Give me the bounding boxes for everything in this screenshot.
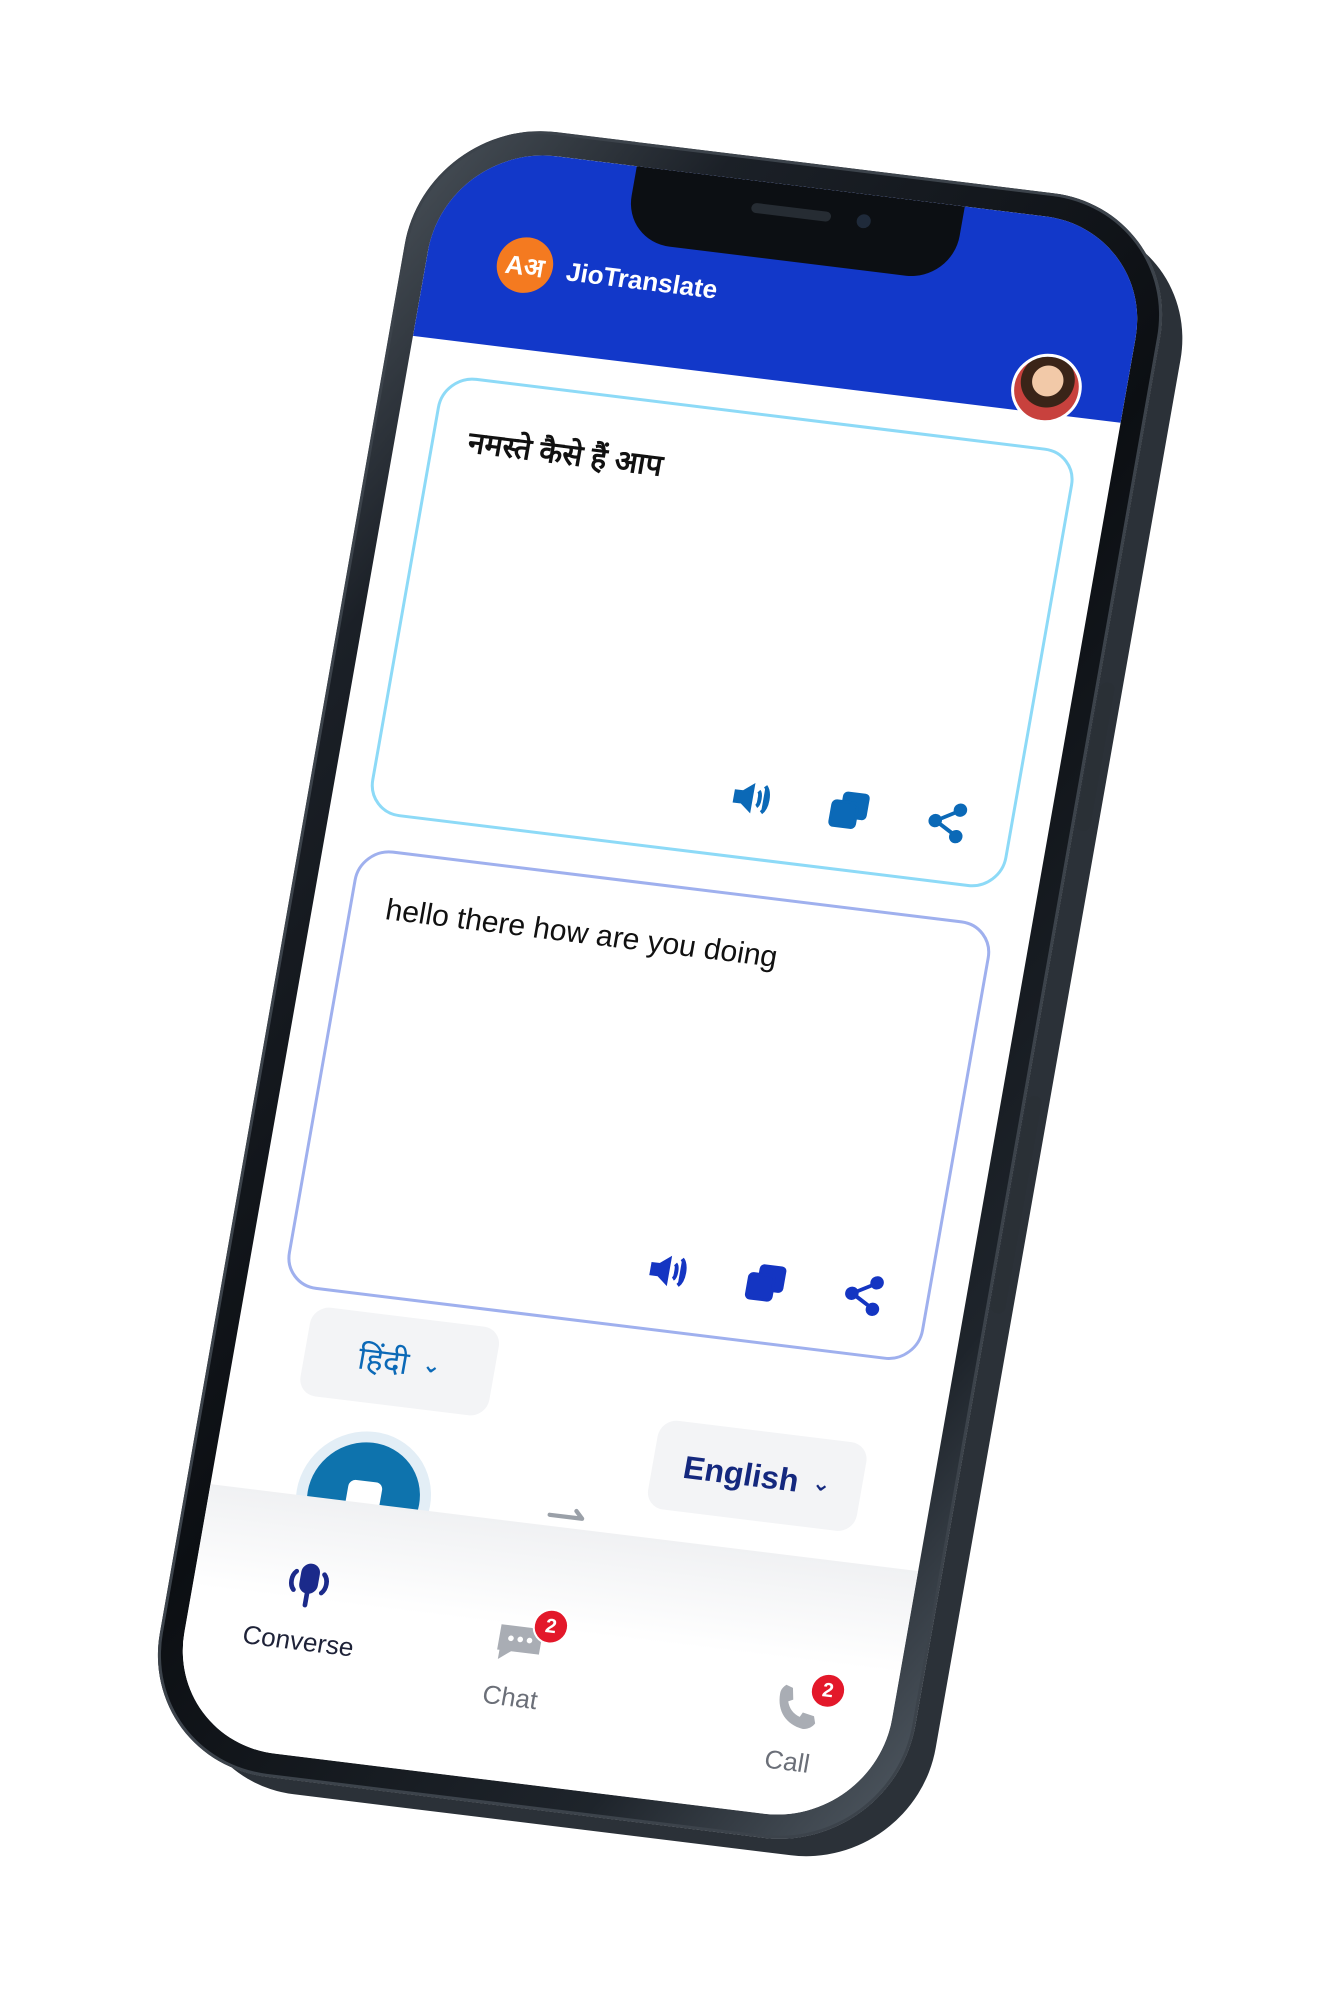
nav-converse[interactable]: Converse xyxy=(240,1550,368,1663)
share-icon[interactable] xyxy=(836,1269,890,1320)
target-card-actions xyxy=(642,1245,891,1320)
target-language-label: English xyxy=(680,1448,802,1499)
share-icon[interactable] xyxy=(920,797,974,848)
app-title: JioTranslate xyxy=(563,256,720,305)
earpiece xyxy=(750,202,832,223)
source-text: नमस्ते कैसे हैं आप xyxy=(465,426,666,483)
source-language-select[interactable]: हिंदी ⌄ xyxy=(297,1305,502,1418)
stage: Aअ JioTranslate नमस्ते कैसे हैं आप hello… xyxy=(0,0,1336,2008)
nav-call[interactable]: 2 Call xyxy=(753,1670,850,1781)
nav-chat-label: Chat xyxy=(480,1678,540,1716)
nav-converse-label: Converse xyxy=(240,1619,357,1663)
chevron-down-icon: ⌄ xyxy=(420,1351,444,1379)
target-language-select[interactable]: English ⌄ xyxy=(645,1418,870,1533)
translated-text-card: hello there how are you doing xyxy=(282,846,996,1364)
source-language-label: हिंदी xyxy=(355,1339,412,1381)
profile-avatar[interactable] xyxy=(1005,349,1088,428)
translated-text: hello there how are you doing xyxy=(383,893,781,974)
nav-chat[interactable]: 2 Chat xyxy=(475,1606,572,1716)
chevron-down-icon: ⌄ xyxy=(810,1469,834,1497)
source-text-card: नमस्ते कैसे हैं आप xyxy=(365,373,1079,892)
phone-icon: 2 xyxy=(760,1670,850,1741)
copy-icon[interactable] xyxy=(822,785,876,836)
front-camera xyxy=(855,213,872,229)
source-card-actions xyxy=(725,773,974,848)
phone-device: Aअ JioTranslate नमस्ते कैसे हैं आप hello… xyxy=(137,116,1183,1854)
copy-icon[interactable] xyxy=(739,1257,793,1308)
speaker-icon[interactable] xyxy=(725,773,779,824)
speaker-icon[interactable] xyxy=(642,1245,696,1296)
app-logo: Aअ xyxy=(492,234,558,297)
nav-call-label: Call xyxy=(762,1743,812,1779)
app-screen: Aअ JioTranslate नमस्ते कैसे हैं आप hello… xyxy=(165,142,1155,1828)
chat-icon: 2 xyxy=(483,1606,572,1676)
converse-icon xyxy=(271,1553,345,1620)
